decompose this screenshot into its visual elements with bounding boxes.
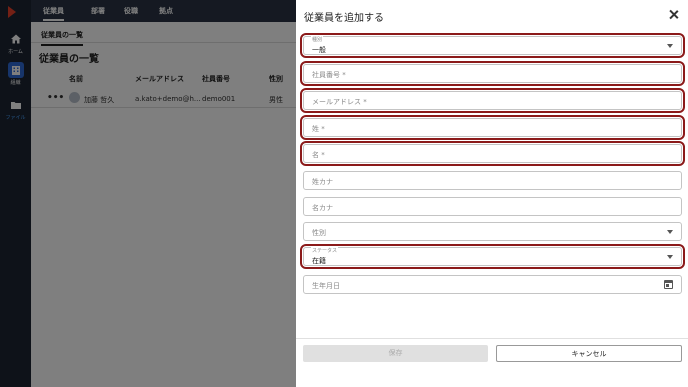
save-button[interactable]: 保存 <box>303 345 488 362</box>
gender-placeholder: 性別 <box>312 229 326 237</box>
last-kana-placeholder: 姓カナ <box>312 178 333 186</box>
last-name-placeholder: 姓 * <box>312 125 325 133</box>
close-icon[interactable] <box>667 8 681 22</box>
cancel-button[interactable]: キャンセル <box>496 345 682 362</box>
status-value: 在籍 <box>312 257 326 265</box>
birthdate-placeholder: 生年月日 <box>312 282 340 290</box>
chevron-down-icon <box>667 44 673 48</box>
first-name-placeholder: 名 * <box>312 151 325 159</box>
first-kana-placeholder: 名カナ <box>312 204 333 212</box>
email-field[interactable]: メールアドレス * <box>300 88 685 113</box>
modal-backdrop[interactable] <box>0 0 296 387</box>
last-name-field[interactable]: 姓 * <box>300 115 685 140</box>
last-kana-field[interactable]: 姓カナ <box>303 171 682 190</box>
footer-divider <box>296 338 688 339</box>
drawer-title: 従業員を追加する <box>304 13 384 24</box>
status-select[interactable]: ステータス 在籍 <box>300 244 685 269</box>
status-label: ステータス <box>311 247 339 254</box>
email-placeholder: メールアドレス * <box>312 98 367 106</box>
gender-select[interactable]: 性別 <box>303 222 682 241</box>
first-name-field[interactable]: 名 * <box>300 141 685 166</box>
type-label: 種別 <box>311 36 324 43</box>
type-value: 一般 <box>312 46 326 54</box>
employee-no-field[interactable]: 社員番号 * <box>300 61 685 86</box>
calendar-icon[interactable] <box>664 280 673 289</box>
employee-no-placeholder: 社員番号 * <box>312 71 346 79</box>
add-employee-drawer: 従業員を追加する 種別 一般 社員番号 * メールアドレス * 姓 * 名 * … <box>296 0 688 387</box>
birthdate-field[interactable]: 生年月日 <box>303 275 682 294</box>
chevron-down-icon <box>667 230 673 234</box>
first-kana-field[interactable]: 名カナ <box>303 197 682 216</box>
type-select[interactable]: 種別 一般 <box>300 33 685 58</box>
chevron-down-icon <box>667 255 673 259</box>
